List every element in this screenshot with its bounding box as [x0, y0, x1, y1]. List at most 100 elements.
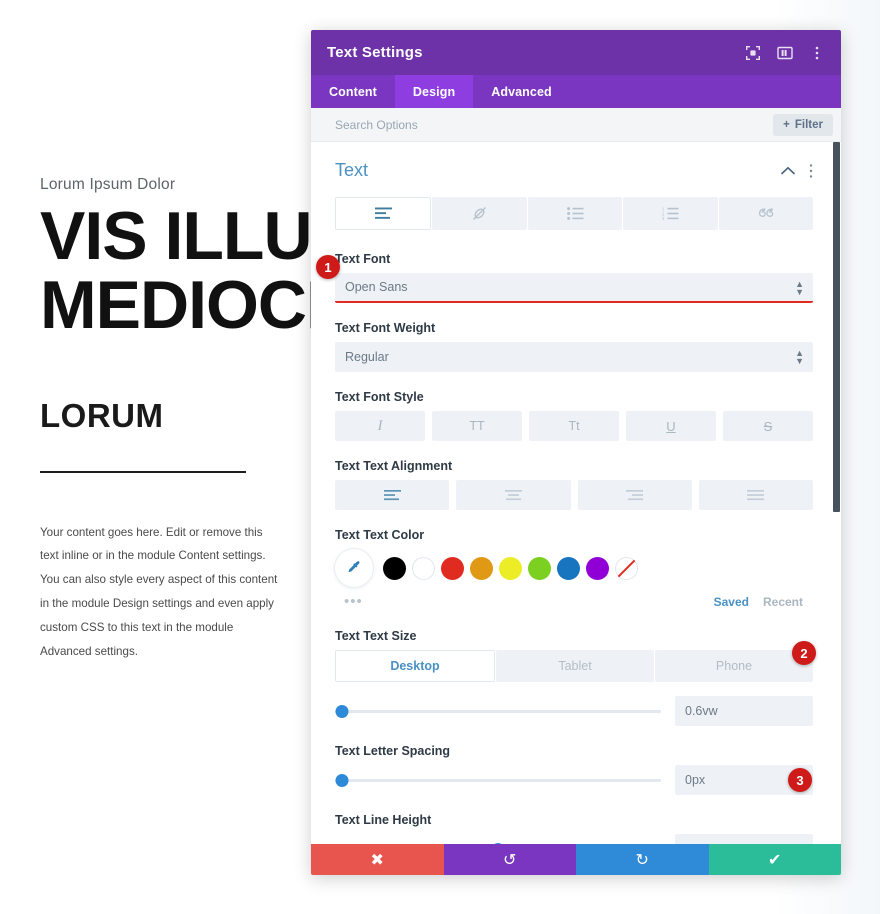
- undo-button[interactable]: ↺: [443, 844, 576, 875]
- color-swatch-yellow[interactable]: [499, 556, 522, 580]
- section-more-vertical-icon[interactable]: [809, 163, 813, 179]
- slider-track: [335, 779, 661, 782]
- line-height-value-box[interactable]: 2em: [675, 834, 813, 844]
- text-color-label: Text Text Color: [335, 528, 425, 542]
- svg-text:3: 3: [662, 216, 665, 220]
- step-badge-2: 2: [792, 641, 816, 665]
- device-tab-desktop[interactable]: Desktop: [335, 650, 495, 682]
- redo-button[interactable]: ↻: [576, 844, 709, 875]
- color-swatch-white[interactable]: [412, 556, 435, 580]
- letter-spacing-label: Text Letter Spacing: [335, 744, 451, 758]
- modal-tab-bar: Content Design Advanced: [311, 75, 841, 108]
- text-font-style-label: Text Font Style: [335, 390, 424, 404]
- text-font-weight-label: Text Font Weight: [335, 321, 436, 335]
- eyedropper-icon: [348, 560, 360, 572]
- recent-colors-tab[interactable]: Recent: [763, 595, 803, 609]
- text-size-slider-row: 0.6vw: [335, 696, 813, 726]
- italic-button[interactable]: I: [335, 411, 425, 441]
- search-input[interactable]: [333, 116, 774, 133]
- redo-icon: ↻: [635, 851, 649, 869]
- underline-icon: U: [666, 418, 676, 434]
- modal-scrollbar-thumb[interactable]: [833, 142, 840, 512]
- color-swatch-green[interactable]: [528, 556, 551, 580]
- fullscreen-icon[interactable]: [745, 45, 761, 61]
- eyedropper-button[interactable]: [335, 549, 373, 587]
- modal-scrollbar-track[interactable]: [832, 142, 841, 844]
- quote-tab[interactable]: [718, 197, 814, 230]
- align-left-button[interactable]: [335, 480, 450, 510]
- slider-knob[interactable]: [491, 843, 505, 844]
- text-align-tab[interactable]: [335, 197, 432, 230]
- text-font-weight-select-wrap: Regular ▲ ▼: [335, 342, 813, 372]
- split-view-icon[interactable]: [777, 45, 793, 61]
- strikethrough-icon: S: [763, 418, 773, 434]
- section-actions: [781, 163, 813, 179]
- step-badge-3: 3: [788, 768, 812, 792]
- text-size-slider[interactable]: [335, 703, 661, 719]
- more-colors-icon[interactable]: •••: [344, 594, 363, 609]
- slider-track: [335, 710, 661, 713]
- color-swatch-blue[interactable]: [557, 556, 580, 580]
- text-font-select[interactable]: Open Sans: [335, 273, 813, 303]
- color-swatch-none[interactable]: [615, 556, 638, 580]
- titlebar-icon-group: [745, 45, 825, 61]
- bullet-list-icon: [566, 207, 584, 220]
- text-alignment-label: Text Text Alignment: [335, 459, 453, 473]
- letter-spacing-slider-row: 0px: [335, 765, 813, 795]
- close-icon: ✖: [370, 851, 384, 869]
- color-swatch-red[interactable]: [441, 556, 464, 580]
- align-right-button[interactable]: [577, 480, 692, 510]
- saved-colors-tab[interactable]: Saved: [714, 595, 749, 609]
- text-font-label: Text Font: [335, 252, 391, 266]
- modal-title: Text Settings: [327, 44, 423, 61]
- filter-button[interactable]: + Filter: [773, 113, 833, 136]
- preview-body-text: Your content goes here. Edit or remove t…: [40, 525, 278, 658]
- font-style-row: I TT Tt U S: [335, 411, 813, 441]
- tab-content[interactable]: Content: [311, 75, 395, 108]
- color-swatch-row: [335, 549, 813, 587]
- device-tab-phone[interactable]: Phone: [655, 650, 813, 682]
- modal-footer: ✖ ↺ ↻ ✔: [311, 844, 841, 875]
- text-align-icon: [374, 207, 392, 219]
- line-height-slider[interactable]: [335, 841, 661, 844]
- save-button[interactable]: ✔: [708, 844, 841, 875]
- underline-button[interactable]: U: [626, 411, 716, 441]
- slider-knob[interactable]: [335, 705, 349, 718]
- tab-design[interactable]: Design: [394, 75, 474, 108]
- align-center-button[interactable]: [456, 480, 571, 510]
- align-right-icon: [626, 489, 644, 500]
- text-font-weight-select[interactable]: Regular: [335, 342, 813, 372]
- line-height-label: Text Line Height: [335, 813, 432, 827]
- letter-spacing-slider[interactable]: [335, 772, 661, 788]
- align-center-icon: [504, 489, 522, 500]
- slider-knob[interactable]: [335, 774, 349, 787]
- strikethrough-button[interactable]: S: [723, 411, 813, 441]
- check-icon: ✔: [768, 851, 782, 869]
- color-source-tabs: Saved Recent: [714, 595, 813, 609]
- device-tab-tablet[interactable]: Tablet: [496, 650, 654, 682]
- tab-advanced[interactable]: Advanced: [473, 75, 570, 108]
- more-vertical-icon[interactable]: [809, 45, 825, 61]
- bullet-list-tab[interactable]: [527, 197, 623, 230]
- numbered-list-icon: 1 2 3: [662, 207, 679, 220]
- undo-icon: ↺: [503, 851, 517, 869]
- text-alignment-row: [335, 480, 813, 510]
- text-size-value-box[interactable]: 0.6vw: [675, 696, 813, 726]
- capitalize-button[interactable]: Tt: [529, 411, 619, 441]
- chevron-up-icon[interactable]: [781, 166, 795, 175]
- text-font-select-wrap: Open Sans ▲ ▼: [335, 273, 813, 303]
- plus-icon: +: [783, 118, 790, 131]
- filter-button-label: Filter: [794, 118, 823, 131]
- capitalize-icon: Tt: [568, 419, 580, 433]
- color-swatch-orange[interactable]: [470, 556, 493, 580]
- color-swatch-purple[interactable]: [586, 556, 609, 580]
- align-justify-button[interactable]: [698, 480, 813, 510]
- color-swatch-black[interactable]: [383, 556, 406, 580]
- uppercase-button[interactable]: TT: [432, 411, 522, 441]
- link-off-tab[interactable]: [432, 197, 527, 230]
- align-justify-icon: [747, 489, 765, 500]
- letter-spacing-value: 0px: [685, 773, 706, 787]
- discard-button[interactable]: ✖: [311, 844, 444, 875]
- numbered-list-tab[interactable]: 1 2 3: [623, 197, 718, 230]
- text-settings-modal: Text Settings Content Design Advanced Se…: [311, 30, 841, 875]
